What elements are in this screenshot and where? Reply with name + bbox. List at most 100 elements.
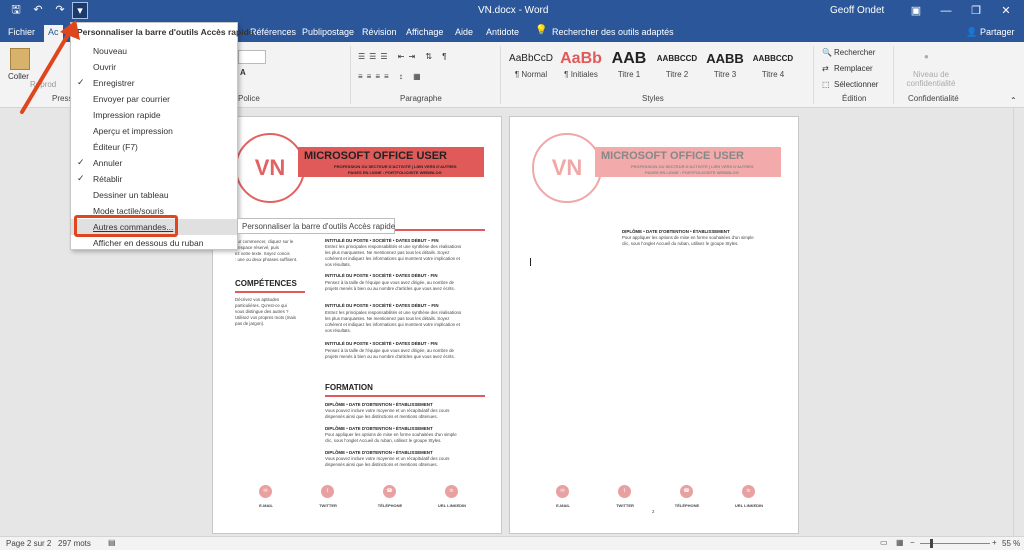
initials-circle: VN bbox=[235, 133, 305, 203]
zoom-out-icon[interactable]: − bbox=[910, 538, 915, 547]
style-heading-2[interactable]: AABBCCD Titre 2 bbox=[653, 48, 701, 86]
menu-item-label: Impression rapide bbox=[93, 110, 161, 120]
menu-item[interactable]: Envoyer par courrier bbox=[71, 91, 237, 107]
email-icon: ✉ bbox=[556, 485, 569, 498]
minimize-icon[interactable]: — bbox=[930, 0, 962, 22]
select-icon: ⬚ bbox=[822, 80, 830, 89]
qat-customize-button[interactable]: ▾ bbox=[72, 2, 88, 19]
status-bar: Page 2 sur 2 297 mots ▤ ▭ ▦ − + 55 % bbox=[0, 536, 1024, 550]
menu-item[interactable]: ✓ Annuler bbox=[71, 155, 237, 171]
menu-item[interactable]: Dessiner un tableau bbox=[71, 187, 237, 203]
page-count[interactable]: Page 2 sur 2 bbox=[6, 539, 51, 548]
menu-item-label: Éditeur (F7) bbox=[93, 142, 138, 152]
menu-item-label: Ouvrir bbox=[93, 62, 117, 72]
font-color-icon[interactable]: A bbox=[240, 68, 246, 77]
redo-icon[interactable]: ↷ bbox=[52, 2, 68, 19]
menu-item-label: Nouveau bbox=[93, 46, 128, 56]
page-1[interactable]: VN MICROSOFT OFFICE USER PROFESSION OU S… bbox=[212, 116, 502, 534]
checkmark-icon: ✓ bbox=[77, 157, 85, 167]
tab-review[interactable]: Révision bbox=[362, 27, 397, 37]
tab-references[interactable]: Références bbox=[250, 27, 296, 37]
proofing-icon[interactable]: ▤ bbox=[108, 538, 116, 547]
paste-button[interactable]: Coller bbox=[8, 72, 29, 81]
menu-item[interactable]: Aperçu et impression bbox=[71, 123, 237, 139]
menu-item[interactable]: Éditeur (F7) bbox=[71, 139, 237, 155]
replace-button[interactable]: Remplacer bbox=[834, 64, 873, 73]
restore-icon[interactable]: ❐ bbox=[960, 0, 992, 22]
tell-me-box[interactable]: Rechercher des outils adaptés bbox=[552, 27, 674, 37]
tab-view[interactable]: Affichage bbox=[406, 27, 443, 37]
save-icon[interactable]: 🖫 bbox=[8, 2, 24, 19]
ribbon-separator bbox=[500, 46, 501, 104]
menu-item[interactable]: Ouvrir bbox=[71, 59, 237, 75]
find-button[interactable]: Rechercher bbox=[834, 48, 875, 57]
name-banner: MICROSOFT OFFICE USER PROFESSION OU SECT… bbox=[595, 147, 781, 177]
search-icon: 🔍 bbox=[822, 48, 832, 57]
print-layout-icon[interactable]: ▦ bbox=[896, 538, 904, 547]
linkedin-icon: in bbox=[742, 485, 755, 498]
font-size-box[interactable] bbox=[238, 50, 266, 64]
checkmark-icon: ✓ bbox=[77, 77, 85, 87]
read-mode-icon[interactable]: ▭ bbox=[880, 538, 888, 547]
select-button[interactable]: Sélectionner bbox=[834, 80, 878, 89]
competences-heading: COMPÉTENCES bbox=[235, 279, 297, 288]
style-normal[interactable]: AaBbCcD ¶ Normal bbox=[507, 48, 555, 86]
collapse-ribbon-icon[interactable]: ⌃ bbox=[1010, 96, 1017, 105]
menu-item-label: Aperçu et impression bbox=[93, 126, 173, 136]
group-label-paragraph: Paragraphe bbox=[400, 94, 442, 103]
zoom-level[interactable]: 55 % bbox=[1002, 539, 1020, 548]
menu-title: Personnaliser la barre d'outils Accès ra… bbox=[77, 27, 254, 37]
text-cursor bbox=[530, 258, 531, 266]
replace-icon: ⇄ bbox=[822, 64, 829, 73]
ribbon-separator bbox=[893, 46, 894, 104]
twitter-icon: t bbox=[321, 485, 334, 498]
sensitivity-button[interactable]: Niveau de confidentialité bbox=[900, 70, 962, 88]
zoom-slider-thumb[interactable] bbox=[930, 539, 933, 548]
close-icon[interactable]: ✕ bbox=[990, 0, 1022, 22]
tab-mailings[interactable]: Publipostage bbox=[302, 27, 354, 37]
tab-antidote[interactable]: Antidote bbox=[486, 27, 519, 37]
tooltip: Personnaliser la barre d'outils Accès ra… bbox=[237, 218, 395, 234]
menu-item[interactable]: Nouveau bbox=[71, 43, 237, 59]
menu-item-label: Dessiner un tableau bbox=[93, 190, 169, 200]
menu-item[interactable]: ✓ Rétablir bbox=[71, 171, 237, 187]
vertical-scrollbar[interactable] bbox=[1013, 108, 1024, 536]
phone-icon: ☎ bbox=[680, 485, 693, 498]
twitter-icon: t bbox=[618, 485, 631, 498]
ribbon-display-icon[interactable]: ▣ bbox=[900, 0, 932, 22]
user-name[interactable]: Geoff Ondet bbox=[830, 5, 884, 16]
zoom-in-icon[interactable]: + bbox=[992, 538, 997, 547]
align-icons[interactable]: ≡≡≡≡ ↕ ▦ bbox=[358, 72, 425, 81]
menu-item-label: Annuler bbox=[93, 158, 123, 168]
menu-item[interactable]: Afficher en dessous du ruban bbox=[71, 235, 237, 251]
undo-icon[interactable]: ↶ bbox=[30, 2, 46, 19]
highlight-box bbox=[74, 215, 178, 237]
menu-item[interactable]: ✓ Enregistrer bbox=[71, 75, 237, 91]
style-heading-4[interactable]: AABBCCD Titre 4 bbox=[749, 48, 797, 86]
page-2[interactable]: VN MICROSOFT OFFICE USER PROFESSION OU S… bbox=[509, 116, 799, 534]
menu-item-label: Envoyer par courrier bbox=[93, 94, 171, 104]
document-title: VN.docx - Word bbox=[478, 5, 549, 16]
phone-icon: ☎ bbox=[383, 485, 396, 498]
group-label-editing: Édition bbox=[842, 94, 867, 103]
word-count[interactable]: 297 mots bbox=[58, 539, 91, 548]
paste-icon[interactable] bbox=[10, 48, 30, 70]
tab-file[interactable]: Fichier bbox=[8, 27, 35, 37]
group-label-font: Police bbox=[238, 94, 260, 103]
linkedin-icon: in bbox=[445, 485, 458, 498]
menu-item[interactable]: Impression rapide bbox=[71, 107, 237, 123]
share-icon: 👤 bbox=[966, 27, 978, 37]
menu-item-label: Enregistrer bbox=[93, 78, 135, 88]
list-icons[interactable]: ☰☰☰ ⇤⇥ ⇅ ¶ bbox=[358, 52, 451, 61]
style-heading-3[interactable]: AABB Titre 3 bbox=[701, 48, 749, 86]
tab-help[interactable]: Aide bbox=[455, 27, 473, 37]
style-initials[interactable]: AaBb ¶ Initiales bbox=[557, 48, 605, 86]
format-painter-button[interactable]: Reprod bbox=[30, 80, 56, 89]
page-number: 2 bbox=[652, 509, 655, 514]
checkmark-icon: ✓ bbox=[77, 173, 85, 183]
lightbulb-icon: 💡 bbox=[535, 25, 548, 36]
tab-home[interactable]: Ac bbox=[44, 25, 63, 42]
heading-underline bbox=[235, 291, 305, 293]
share-button[interactable]: Partager bbox=[980, 27, 1015, 37]
style-heading-1[interactable]: AAB Titre 1 bbox=[605, 48, 653, 86]
